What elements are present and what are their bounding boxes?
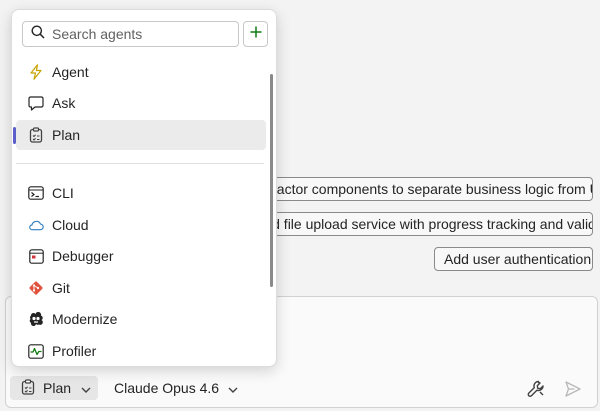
mode-label: Plan <box>43 380 72 396</box>
agent-item-label: CLI <box>52 185 74 201</box>
add-agent-button[interactable] <box>243 21 268 47</box>
divider <box>16 163 264 164</box>
wrench-icon <box>526 380 546 403</box>
input-toolbar: Plan Claude Opus 4.6 <box>0 374 600 404</box>
agent-item-label: Ask <box>52 95 76 111</box>
lightning-icon <box>28 64 44 80</box>
mode-selector-button[interactable]: Plan <box>10 376 98 400</box>
agent-item-ask[interactable]: Ask <box>16 88 266 118</box>
search-input[interactable] <box>52 26 222 42</box>
agent-item-label: Plan <box>52 127 81 143</box>
agent-item-git[interactable]: Git <box>16 273 266 303</box>
agent-item-debugger[interactable]: Debugger <box>16 241 266 271</box>
debugger-icon <box>28 248 44 264</box>
agent-item-profiler[interactable]: Profiler <box>16 336 266 366</box>
scrollbar[interactable] <box>270 74 273 287</box>
agent-picker-dropdown: Agent Ask Plan CLI Cloud Debugger <box>11 9 277 367</box>
agent-item-label: Git <box>52 280 70 296</box>
suggestion-chip[interactable]: Add user authentication <box>434 247 593 271</box>
agent-item-label: Cloud <box>52 217 89 233</box>
tools-button[interactable] <box>526 379 546 399</box>
model-label: Claude Opus 4.6 <box>114 380 220 396</box>
suggestion-chip[interactable]: Refactor components to separate business… <box>245 177 593 201</box>
model-selector-button[interactable]: Claude Opus 4.6 <box>114 376 238 400</box>
agent-item-agent[interactable]: Agent <box>16 57 266 87</box>
git-icon <box>28 280 44 296</box>
plus-icon <box>250 25 262 43</box>
modernize-icon <box>28 311 44 327</box>
search-field[interactable] <box>22 21 239 47</box>
clipboard-icon <box>28 127 44 143</box>
chat-icon <box>28 95 44 111</box>
search-icon <box>31 25 45 44</box>
suggestion-chip[interactable]: Add file upload service with progress tr… <box>245 212 593 236</box>
send-button[interactable] <box>563 379 583 399</box>
chevron-down-icon <box>228 380 238 396</box>
terminal-icon <box>28 185 44 201</box>
agent-item-label: Profiler <box>52 343 97 359</box>
clipboard-icon <box>21 378 35 398</box>
agent-item-cloud[interactable]: Cloud <box>16 210 266 240</box>
agent-item-label: Modernize <box>52 311 118 327</box>
cloud-icon <box>28 217 44 233</box>
agent-item-label: Agent <box>52 64 89 80</box>
agent-item-cli[interactable]: CLI <box>16 178 266 208</box>
send-icon <box>563 381 583 403</box>
chevron-down-icon <box>81 380 91 396</box>
agent-item-label: Debugger <box>52 248 114 264</box>
profiler-icon <box>28 343 44 359</box>
agent-item-modernize[interactable]: Modernize <box>16 304 266 334</box>
agent-item-plan[interactable]: Plan <box>16 120 266 150</box>
